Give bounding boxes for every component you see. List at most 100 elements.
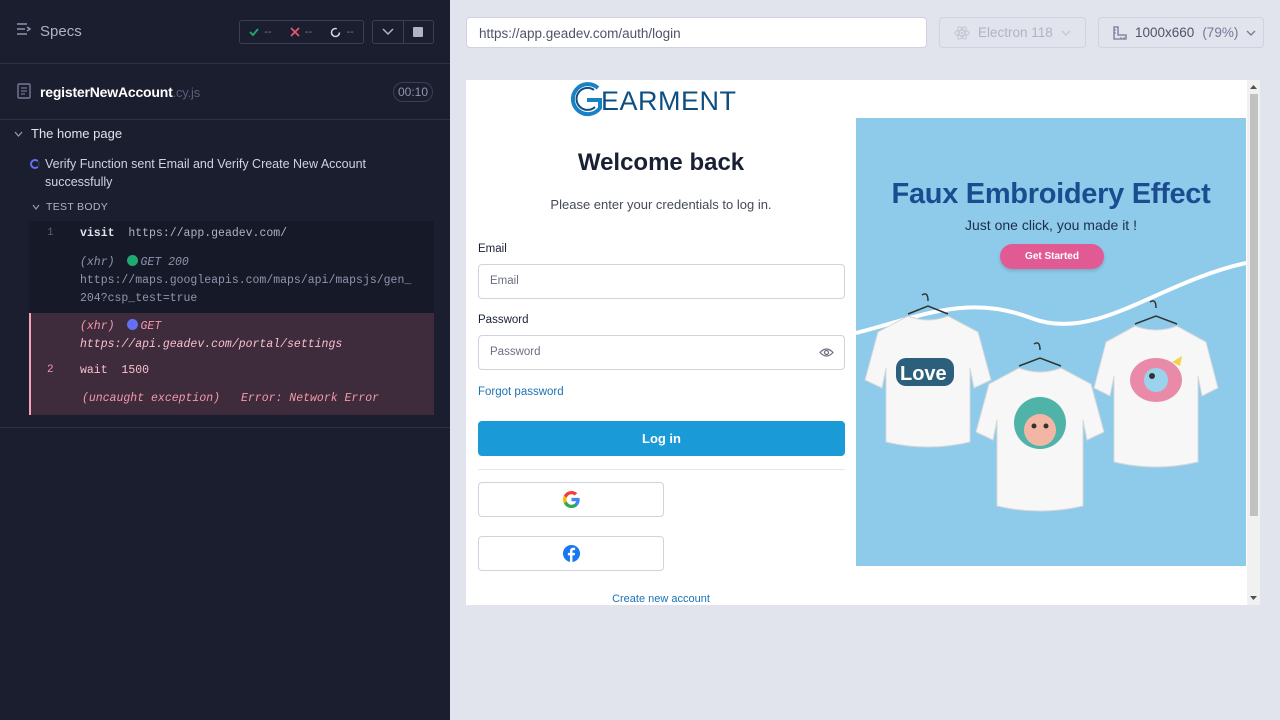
test-body-toggle[interactable]: TEST BODY bbox=[32, 201, 108, 213]
email-label: Email bbox=[478, 243, 507, 255]
google-login-button[interactable] bbox=[478, 482, 664, 517]
facebook-login-button[interactable] bbox=[478, 536, 664, 571]
chevron-down-icon bbox=[382, 28, 394, 36]
promo-banner[interactable]: Faux Embroidery Effect Just one click, y… bbox=[856, 118, 1246, 566]
spec-ext: .cy.js bbox=[172, 85, 201, 100]
command-name: visit https://app.geadev.com/ bbox=[80, 227, 287, 240]
xhr-type: (xhr) bbox=[80, 320, 115, 333]
spec-file-row: registerNewAccount.cy.js 00:10 bbox=[0, 64, 450, 120]
facebook-icon bbox=[562, 544, 580, 563]
status-green-dot-icon bbox=[126, 255, 138, 266]
electron-icon bbox=[954, 25, 970, 40]
chevron-down-icon bbox=[1061, 30, 1071, 36]
iframe-scrollbar[interactable] bbox=[1247, 80, 1260, 605]
specs-menu-icon bbox=[16, 22, 32, 40]
pending-count: -- bbox=[346, 26, 354, 38]
pending-stat: -- bbox=[330, 26, 354, 38]
test-stats: -- -- -- bbox=[239, 20, 364, 44]
test-title-row[interactable]: Verify Function sent Email and Verify Cr… bbox=[30, 155, 430, 191]
eye-icon[interactable] bbox=[819, 347, 834, 361]
stop-button[interactable] bbox=[402, 21, 434, 43]
suite-title: The home page bbox=[31, 126, 123, 141]
command-message: 1500 bbox=[121, 364, 150, 377]
duration-badge: 00:10 bbox=[393, 82, 433, 102]
tshirt-center bbox=[975, 342, 1105, 512]
url-bar[interactable]: https://app.geadev.com/auth/login bbox=[466, 17, 927, 48]
command-log: 1 visit https://app.geadev.com/ (xhr) GET… bbox=[29, 221, 434, 415]
divider bbox=[478, 469, 845, 470]
spec-name-text: registerNewAccount bbox=[40, 84, 173, 100]
status-purple-dot-icon bbox=[126, 319, 138, 330]
xhr-settings[interactable]: (xhr) GET https://api.geadev.com/portal/s… bbox=[80, 318, 342, 354]
command-name-text: wait bbox=[80, 364, 108, 377]
password-field[interactable]: Password bbox=[478, 335, 845, 370]
welcome-heading: Welcome back bbox=[577, 149, 745, 176]
failed-count: -- bbox=[304, 26, 313, 38]
google-icon bbox=[562, 490, 580, 509]
browser-selector[interactable]: Electron 118 bbox=[939, 17, 1086, 48]
chevron-down-icon bbox=[32, 204, 40, 210]
ruler-icon bbox=[1113, 25, 1127, 40]
create-account-link[interactable]: Create new account bbox=[478, 593, 844, 605]
xhr-url-line1: https://maps.googleapis.com/maps/api/map… bbox=[80, 274, 412, 287]
forgot-password-link[interactable]: Forgot password bbox=[478, 386, 564, 398]
logo-g-mark-icon bbox=[570, 82, 602, 117]
scroll-up-arrow-icon[interactable] bbox=[1247, 81, 1260, 93]
browser-name: Electron 118 bbox=[978, 25, 1053, 40]
command-number: 1 bbox=[47, 227, 54, 239]
xhr-type: (xhr) bbox=[80, 256, 115, 269]
password-placeholder: Password bbox=[490, 346, 541, 358]
error-block: (xhr) GET https://api.geadev.com/portal/s… bbox=[29, 313, 434, 415]
failed-stat: -- bbox=[290, 26, 312, 38]
exception-label: (uncaught exception) bbox=[82, 392, 221, 405]
password-label: Password bbox=[478, 314, 529, 326]
check-icon bbox=[249, 28, 259, 37]
run-controls bbox=[372, 20, 434, 44]
xhr-googleapis[interactable]: (xhr) GET 200 https://maps.googleapis.com… bbox=[80, 254, 411, 308]
specs-button[interactable]: Specs bbox=[16, 22, 82, 40]
login-button[interactable]: Log in bbox=[478, 421, 845, 456]
xhr-method: GET 200 bbox=[140, 256, 189, 269]
tshirt-illustration: Love bbox=[856, 261, 1246, 512]
divider bbox=[0, 427, 450, 428]
shirt-text: Love bbox=[900, 363, 947, 385]
reporter-header: Specs -- -- -- bbox=[0, 0, 450, 64]
viewport-size: 1000x660 bbox=[1135, 25, 1195, 40]
suite-title-row[interactable]: The home page bbox=[14, 126, 122, 141]
scroll-down-arrow-icon[interactable] bbox=[1247, 592, 1260, 604]
chevron-down-icon bbox=[1246, 30, 1256, 36]
test-title: Verify Function sent Email and Verify Cr… bbox=[45, 157, 366, 189]
collapse-button[interactable] bbox=[373, 21, 403, 43]
zoom-level: (79%) bbox=[1202, 25, 1239, 40]
command-number: 2 bbox=[47, 364, 54, 376]
login-subtitle: Please enter your credentials to log in. bbox=[550, 197, 772, 212]
email-field[interactable]: Email bbox=[478, 264, 845, 299]
xhr-url-line2: 204?csp_test=true bbox=[80, 292, 198, 305]
command-name: wait 1500 bbox=[80, 364, 149, 377]
tshirt-left: Love bbox=[864, 293, 992, 448]
gearment-logo: EARMENT bbox=[565, 80, 759, 120]
test-body-label: TEST BODY bbox=[46, 201, 109, 213]
exception-message: Error: Network Error bbox=[241, 392, 380, 405]
pending-circle-icon bbox=[331, 27, 341, 37]
xhr-method: GET bbox=[140, 320, 162, 333]
scroll-thumb[interactable] bbox=[1250, 94, 1258, 516]
command-message: https://app.geadev.com/ bbox=[128, 227, 288, 240]
aut-panel: https://app.geadev.com/auth/login Electr… bbox=[450, 0, 1280, 720]
spec-file-name: registerNewAccount.cy.js bbox=[40, 84, 200, 100]
reporter-panel: Specs -- -- -- registerNewAccount.cy.js … bbox=[0, 0, 450, 720]
xhr-url: https://api.geadev.com/portal/settings bbox=[80, 338, 343, 351]
specs-label: Specs bbox=[40, 22, 82, 40]
viewport-selector[interactable]: 1000x660 (79%) bbox=[1098, 17, 1264, 48]
command-name-text: visit bbox=[80, 227, 115, 240]
app-iframe: EARMENT Welcome back Please enter your c… bbox=[466, 80, 1260, 605]
tshirt-right bbox=[1093, 300, 1219, 468]
logo-text: EARMENT bbox=[601, 86, 737, 116]
chevron-down-icon bbox=[14, 131, 23, 137]
passed-stat: -- bbox=[249, 26, 271, 38]
document-icon bbox=[17, 83, 31, 104]
stop-icon bbox=[413, 27, 424, 37]
passed-count: -- bbox=[264, 26, 272, 38]
running-spinner-icon bbox=[30, 159, 40, 169]
x-icon bbox=[290, 27, 300, 37]
